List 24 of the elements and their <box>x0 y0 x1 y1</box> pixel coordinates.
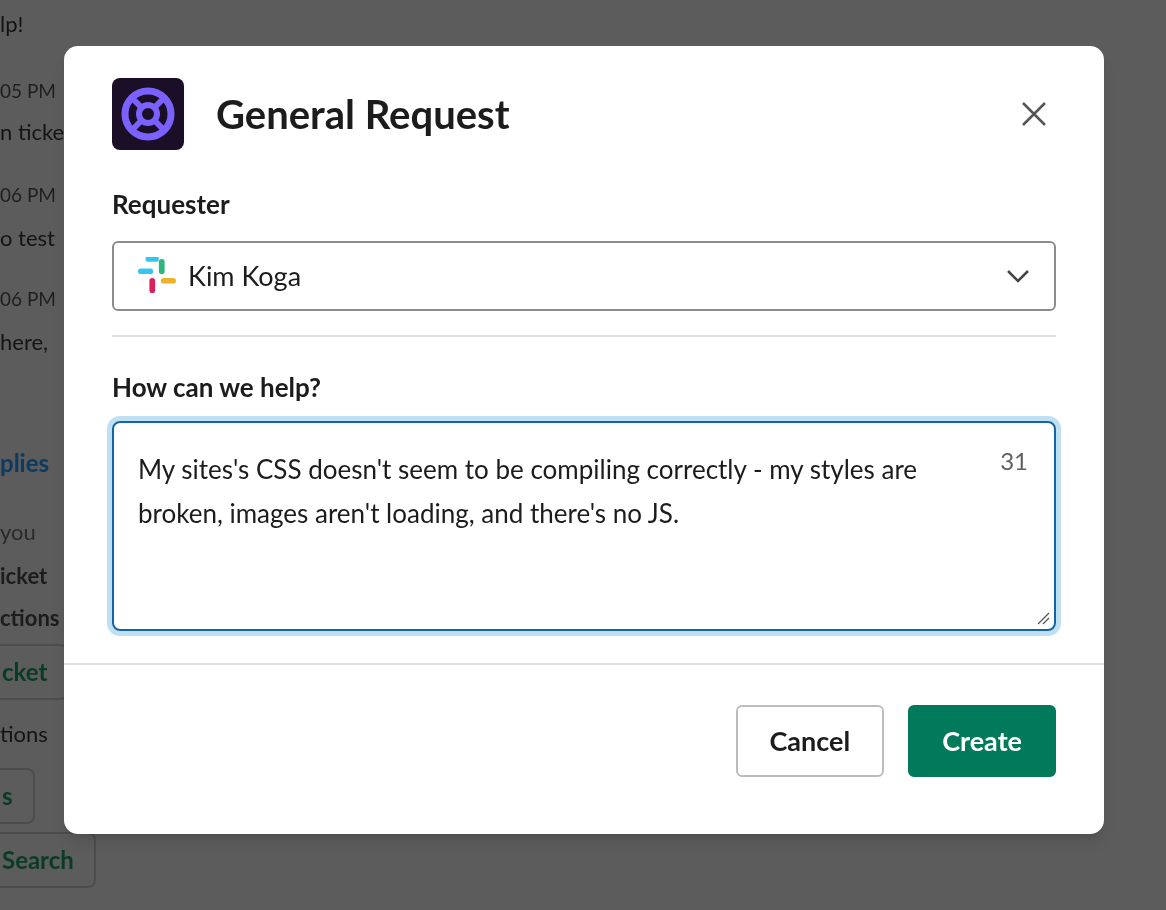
create-button[interactable]: Create <box>908 705 1056 777</box>
close-icon <box>1021 101 1047 127</box>
chevron-down-icon <box>1006 269 1030 283</box>
requester-select[interactable]: Kim Koga <box>112 241 1056 311</box>
message-text: ctions <box>0 603 60 633</box>
field-label: How can we help? <box>112 371 322 403</box>
dialog-title: General Request <box>216 89 510 140</box>
requester-value: Kim Koga <box>188 257 302 294</box>
cancel-button[interactable]: Cancel <box>735 705 885 777</box>
message-text: n ticke <box>0 117 65 147</box>
message-time: 06 PM <box>0 182 56 208</box>
message-time: 05 PM <box>0 78 56 104</box>
message-time: 06 PM <box>0 286 56 312</box>
message-text: o test <box>0 223 55 253</box>
resize-handle-icon[interactable] <box>1036 611 1050 625</box>
app-logo-icon <box>138 257 176 295</box>
field-label: Requester <box>112 188 231 220</box>
message-text: lp! <box>0 9 24 39</box>
character-counter: 31 <box>1000 445 1028 477</box>
message-text: icket <box>0 561 48 591</box>
help-text: My sites's CSS doesn't seem to be compiling correctly - my styles are broken, images aren't loading, and there's no JS. <box>138 452 919 531</box>
message-text: tions <box>0 719 48 749</box>
app-logo-icon <box>112 78 184 150</box>
message-text: here, <box>0 327 49 357</box>
